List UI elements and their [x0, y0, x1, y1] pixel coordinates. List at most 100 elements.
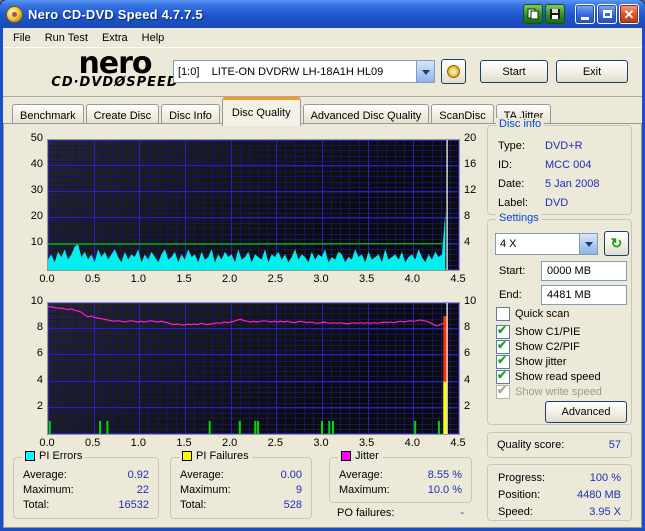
axis-tick-label: 12: [464, 184, 477, 196]
menu-item-extra[interactable]: Extra: [95, 30, 135, 46]
stats-row-value: 8.55 %: [427, 469, 462, 481]
chevron-down-icon[interactable]: [416, 61, 434, 82]
axis-tick-label: 4: [36, 373, 43, 386]
stats-row-value: 16532: [118, 499, 149, 511]
axis-tick-label: 0.0: [39, 437, 55, 449]
stats-title-text: PI Failures: [196, 450, 249, 462]
refresh-button[interactable]: ↻: [604, 231, 629, 256]
jitter-stats-group: Jitter Average: 8.55 % Maximum: 10.0 %: [329, 450, 472, 503]
stats-title-text: PI Errors: [39, 450, 83, 462]
quality-score-value: 57: [608, 439, 621, 451]
legend-swatch-icon: [25, 451, 35, 461]
checkbox-show-c2-pif[interactable]: ✔ Show C2/PIF: [496, 338, 580, 354]
axis-tick-label: 3.0: [313, 273, 329, 285]
client-area: File Run Test Extra Help nero CD·DVDØSPEED …: [3, 28, 642, 528]
menu-item-help[interactable]: Help: [135, 30, 172, 46]
checkbox-box[interactable]: ✔: [496, 323, 510, 339]
checkbox-label: Quick scan: [515, 308, 570, 320]
checkbox-show-write-speed: ✔ Show write speed: [496, 383, 602, 399]
close-button[interactable]: ✕: [619, 4, 639, 24]
checkbox-show-read-speed[interactable]: ✔ Show read speed: [496, 368, 601, 384]
menu-item-file[interactable]: File: [6, 30, 38, 46]
axis-tick-label: 2: [36, 399, 43, 412]
axis-tick-label: 1.0: [130, 273, 146, 285]
stats-row-label: Average:: [180, 469, 224, 481]
stats-title-text: Jitter: [355, 450, 379, 462]
floppy-disk-icon: [550, 9, 560, 19]
axis-tick-label: 6: [36, 347, 43, 360]
axis-tick-label: 3.5: [359, 273, 375, 285]
copy-report-button[interactable]: [523, 4, 543, 24]
checkbox-label: Show write speed: [515, 386, 602, 398]
axis-tick-label: 4.0: [404, 437, 420, 449]
eject-disc-button[interactable]: [441, 59, 466, 84]
toolbar-header: nero CD·DVDØSPEED [1:0] LITE-ON DVDRW LH…: [3, 47, 642, 97]
axis-tick-label: 3.0: [313, 437, 329, 449]
start-field[interactable]: 0000 MB: [541, 261, 627, 281]
chevron-down-icon[interactable]: [579, 234, 597, 254]
drive-selector[interactable]: [1:0] LITE-ON DVDRW LH-18A1H HL09: [173, 60, 435, 83]
exit-button[interactable]: Exit: [556, 60, 628, 83]
stats-row-label: Total:: [23, 499, 50, 511]
axis-tick-label: 40: [30, 158, 43, 170]
checkbox-label: Show jitter: [515, 356, 567, 368]
checkbox-box[interactable]: ✔: [496, 368, 510, 384]
checkbox-box[interactable]: ✔: [496, 353, 510, 369]
axis-tick-label: 6: [464, 347, 471, 360]
close-icon: ✕: [623, 6, 635, 22]
speed-selector[interactable]: 4 X: [495, 233, 598, 255]
disc-eject-icon: [447, 65, 460, 78]
start-button[interactable]: Start: [480, 60, 548, 83]
maximize-icon: [602, 10, 612, 18]
disc-info-row-value: 5 Jan 2008: [545, 178, 600, 190]
stats-row-label: Average:: [339, 469, 383, 481]
checkbox-box[interactable]: [496, 307, 510, 321]
jitter-pif-plot: [47, 302, 460, 435]
minimize-icon: [581, 17, 589, 20]
axis-tick-label: 1.5: [176, 437, 192, 449]
stats-title: PI Errors: [22, 450, 86, 462]
menu-bar: File Run Test Extra Help: [3, 28, 642, 47]
axis-tick-label: 0.0: [39, 273, 55, 285]
checkbox-label: Show read speed: [515, 371, 601, 383]
maximize-button[interactable]: [597, 4, 617, 24]
axis-tick-label: 2.5: [267, 437, 283, 449]
stats-row-label: Maximum:: [180, 484, 231, 496]
progress-row-value: 4480 MB: [576, 489, 621, 501]
axis-tick-label: 4.5: [450, 437, 466, 449]
axis-tick-label: 3.5: [359, 437, 375, 449]
end-field[interactable]: 4481 MB: [541, 285, 627, 305]
pi-errors-plot: [47, 139, 460, 271]
tab-disc-quality[interactable]: Disc Quality: [221, 97, 301, 126]
window-title: Nero CD-DVD Speed 4.7.7.5: [28, 6, 203, 22]
progress-row-value: 100 %: [589, 472, 621, 484]
jitter-pif-chart: 10 8 6 4 2 10 8 6 4 2 0.0 0.5 1.0 1.5 2.0 2.5 3.0 3.5 4.0 4…: [31, 295, 477, 449]
settings-title: Settings: [496, 212, 542, 224]
save-report-button[interactable]: [545, 4, 565, 24]
stats-row-value: 0.92: [127, 469, 149, 481]
stats-title: Jitter: [338, 450, 382, 462]
minimize-button[interactable]: [575, 4, 595, 24]
pi-errors-stats-group: PI Errors Average: 0.92 Maximum: 22 Total: 165…: [13, 450, 159, 519]
progress-row-value: 3.95 X: [589, 506, 621, 518]
axis-tick-label: 16: [464, 158, 477, 170]
axis-tick-label: 2.0: [222, 273, 238, 285]
stats-row-value: 0.00: [280, 469, 302, 481]
app-window: Nero CD-DVD Speed 4.7.7.5 ✕ File Run Test…: [0, 0, 645, 531]
advanced-button[interactable]: Advanced: [545, 401, 627, 423]
disc-info-row-label: Date:: [498, 178, 525, 190]
axis-tick-label: 2: [464, 399, 471, 412]
menu-item-run-test[interactable]: Run Test: [38, 30, 95, 46]
axis-tick-label: 20: [464, 132, 477, 144]
disc-info-row-value: DVD: [545, 197, 569, 209]
copy-icon: [527, 8, 539, 20]
axis-tick-label: 8: [464, 210, 471, 222]
disc-info-row-label: Type:: [498, 140, 525, 152]
axis-tick-label: 8: [36, 321, 43, 334]
checkbox-show-c1-pie[interactable]: ✔ Show C1/PIE: [496, 323, 580, 339]
checkbox-box[interactable]: ✔: [496, 338, 510, 354]
quality-score-label: Quality score:: [497, 439, 565, 451]
checkbox-quick-scan[interactable]: Quick scan: [496, 307, 569, 321]
checkbox-show-jitter[interactable]: ✔ Show jitter: [496, 353, 567, 369]
pi-errors-chart: 50 40 30 20 10 20 16 12 8 4 0.0 0.5 1.0 1.5 2.0 2.5 3.0 3…: [31, 132, 477, 285]
